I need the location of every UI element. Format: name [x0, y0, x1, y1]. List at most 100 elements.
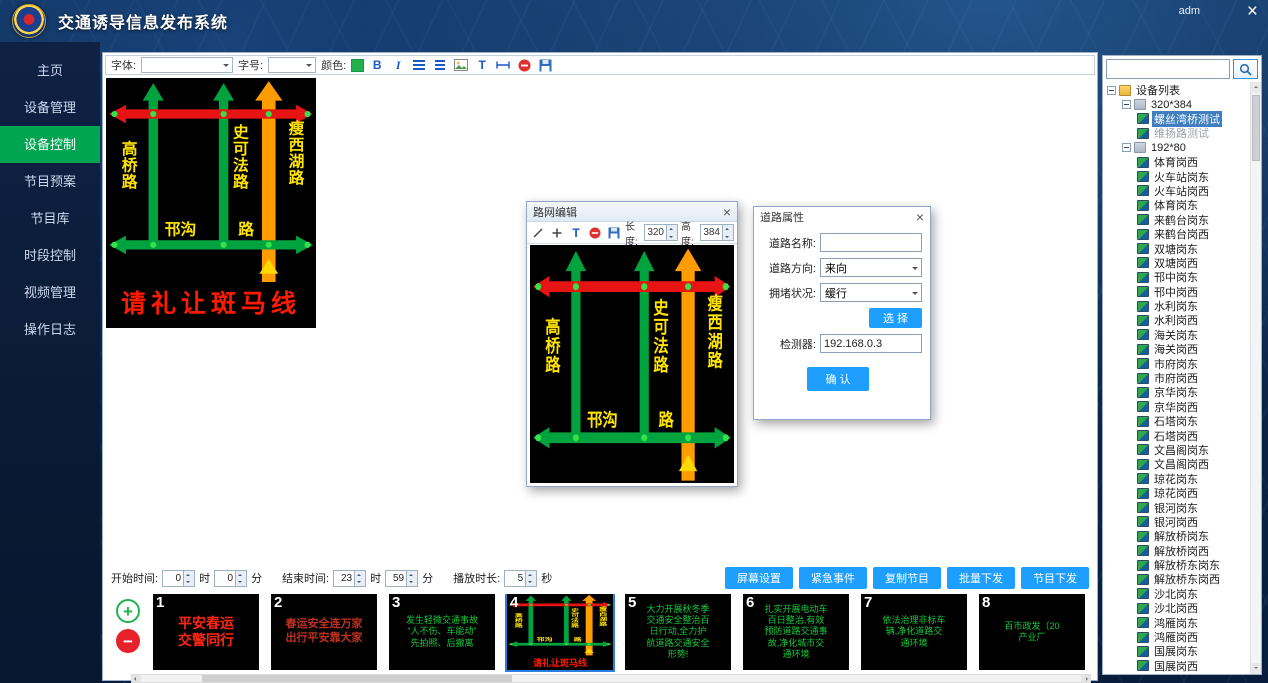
tree-item[interactable]: 维扬路测试	[1105, 126, 1249, 140]
tree-item[interactable]: 海关岗东	[1105, 328, 1249, 342]
scroll-right-icon[interactable]	[1081, 675, 1090, 682]
tree-item[interactable]: 琼花岗东	[1105, 472, 1249, 486]
start-minute-spinner[interactable]: 0	[214, 570, 247, 587]
tree-item[interactable]: 解放桥东岗西	[1105, 572, 1249, 586]
add-program-button[interactable]: +	[116, 599, 140, 623]
spinner-up-icon[interactable]	[723, 225, 733, 233]
congestion-select[interactable]: 缓行	[820, 283, 922, 302]
collapse-icon[interactable]	[1122, 143, 1131, 152]
tree-item[interactable]: 来鹤台岗西	[1105, 227, 1249, 241]
duration-spinner[interactable]: 5	[504, 570, 537, 587]
delete-button[interactable]	[516, 57, 532, 73]
tree-item[interactable]: 银河岗东	[1105, 500, 1249, 514]
tree-item[interactable]: 国展岗西	[1105, 659, 1249, 672]
tree-item[interactable]: 解放桥东岗东	[1105, 558, 1249, 572]
tree-item[interactable]: 火车站岗西	[1105, 184, 1249, 198]
end-minute-spinner[interactable]: 59	[385, 570, 418, 587]
tree-item[interactable]: 文昌阁岗西	[1105, 457, 1249, 471]
playlist-thumbnail[interactable]: 3发生轻微交通事故“人不伤、车能动”先拍照、后撤离	[389, 594, 495, 670]
size-select[interactable]	[268, 57, 316, 73]
program-send-button[interactable]: 节目下发	[1021, 567, 1089, 589]
spinner-down-icon[interactable]	[355, 578, 365, 586]
playlist-thumbnail[interactable]: 4请礼让斑马线	[507, 594, 613, 670]
tree-item[interactable]: 水利岗东	[1105, 299, 1249, 313]
tree-item[interactable]: 鸿雁岗西	[1105, 630, 1249, 644]
tree-item[interactable]: 解放桥岗西	[1105, 544, 1249, 558]
tree-item[interactable]: 水利岗西	[1105, 313, 1249, 327]
text-tool-button[interactable]: T	[568, 225, 584, 241]
sidebar-item-program-plan[interactable]: 节目预案	[0, 163, 100, 200]
delete-button[interactable]	[587, 225, 603, 241]
tree-item[interactable]: 双塘岗东	[1105, 241, 1249, 255]
end-hour-spinner[interactable]: 23	[333, 570, 366, 587]
tree-item[interactable]: 海关岗西	[1105, 342, 1249, 356]
spinner-down-icon[interactable]	[184, 578, 194, 586]
insert-image-button[interactable]	[453, 57, 469, 73]
sidebar-item-device-control[interactable]: 设备控制	[0, 126, 100, 163]
playlist-thumbnail[interactable]: 5大力开展秋冬季交通安全整治百日行动,全力护航道路交通安全形势!	[625, 594, 731, 670]
spinner-up-icon[interactable]	[407, 571, 417, 579]
tree-item[interactable]: 双塘岗西	[1105, 256, 1249, 270]
tree-item[interactable]: 体育岗西	[1105, 155, 1249, 169]
close-icon[interactable]: ×	[723, 205, 731, 219]
road-name-input[interactable]	[820, 233, 922, 252]
roadnet-edit-canvas[interactable]	[530, 245, 734, 483]
close-icon[interactable]: ×	[916, 210, 924, 224]
font-select[interactable]	[141, 57, 233, 73]
confirm-button[interactable]: 确 认	[807, 367, 868, 391]
spinner-down-icon[interactable]	[526, 578, 536, 586]
tree-item[interactable]: 沙北岗西	[1105, 601, 1249, 615]
color-swatch[interactable]	[351, 59, 364, 72]
close-icon[interactable]: ×	[1247, 1, 1258, 24]
tree-item[interactable]: 设备列表	[1105, 83, 1249, 97]
sidebar-item-video-management[interactable]: 视频管理	[0, 274, 100, 311]
led-preview-canvas[interactable]: 请礼让斑马线	[106, 78, 316, 328]
tree-item[interactable]: 沙北岗东	[1105, 587, 1249, 601]
tree-item[interactable]: 邗中岗西	[1105, 284, 1249, 298]
vertical-scrollbar[interactable]	[1250, 82, 1261, 674]
spinner-up-icon[interactable]	[667, 225, 677, 233]
italic-button[interactable]: I	[390, 57, 406, 73]
playlist-thumbnail[interactable]: 8百市政发〔20产业厂	[979, 594, 1085, 670]
spinner-up-icon[interactable]	[236, 571, 246, 579]
align-center-button[interactable]	[432, 57, 448, 73]
sidebar-item-device-management[interactable]: 设备管理	[0, 89, 100, 126]
save-button[interactable]	[606, 225, 622, 241]
tree-item[interactable]: 邗中岗东	[1105, 270, 1249, 284]
spinner-arrows[interactable]	[235, 571, 246, 586]
remove-program-button[interactable]: −	[116, 629, 140, 653]
length-spinner[interactable]: 320	[644, 224, 678, 241]
sidebar-item-operation-log[interactable]: 操作日志	[0, 311, 100, 348]
search-input[interactable]	[1106, 59, 1230, 79]
tree-item[interactable]: 银河岗西	[1105, 515, 1249, 529]
tree-item[interactable]: 螺丝湾桥测试	[1105, 112, 1249, 126]
spinner-arrows[interactable]	[666, 225, 677, 240]
spinner-arrows[interactable]	[722, 225, 733, 240]
dialog-titlebar[interactable]: 道路属性 ×	[754, 207, 930, 227]
tree-item[interactable]: 解放桥岗东	[1105, 529, 1249, 543]
tree-item[interactable]: 市府岗东	[1105, 356, 1249, 370]
tree-item[interactable]: 体育岗东	[1105, 198, 1249, 212]
scroll-up-icon[interactable]	[1251, 82, 1261, 93]
detector-input[interactable]	[820, 334, 922, 353]
spinner-arrows[interactable]	[525, 571, 536, 586]
copy-program-button[interactable]: 复制节目	[873, 567, 941, 589]
spinner-arrows[interactable]	[406, 571, 417, 586]
playlist-thumbnail[interactable]: 1平安春运交警同行	[153, 594, 259, 670]
playlist-thumbnail[interactable]: 7依法治理非标车辆,净化道路交通环境	[861, 594, 967, 670]
tree-item[interactable]: 石塔岗西	[1105, 428, 1249, 442]
playlist-thumbnail[interactable]: 2春运安全连万家出行平安靠大家	[271, 594, 377, 670]
screen-settings-button[interactable]: 屏幕设置	[725, 567, 793, 589]
collapse-icon[interactable]	[1107, 86, 1116, 95]
tree-item[interactable]: 鸿雁岗东	[1105, 615, 1249, 629]
sidebar-item-home[interactable]: 主页	[0, 52, 100, 89]
text-color-button[interactable]: T	[474, 57, 490, 73]
sidebar-item-program-library[interactable]: 节目库	[0, 200, 100, 237]
start-hour-spinner[interactable]: 0	[162, 570, 195, 587]
tree-item[interactable]: 文昌阁岗东	[1105, 443, 1249, 457]
save-button[interactable]	[537, 57, 553, 73]
tree-item[interactable]: 琼花岗西	[1105, 486, 1249, 500]
scroll-left-icon[interactable]	[132, 675, 141, 682]
tree-item[interactable]: 来鹤台岗东	[1105, 213, 1249, 227]
spinner-arrows[interactable]	[183, 571, 194, 586]
